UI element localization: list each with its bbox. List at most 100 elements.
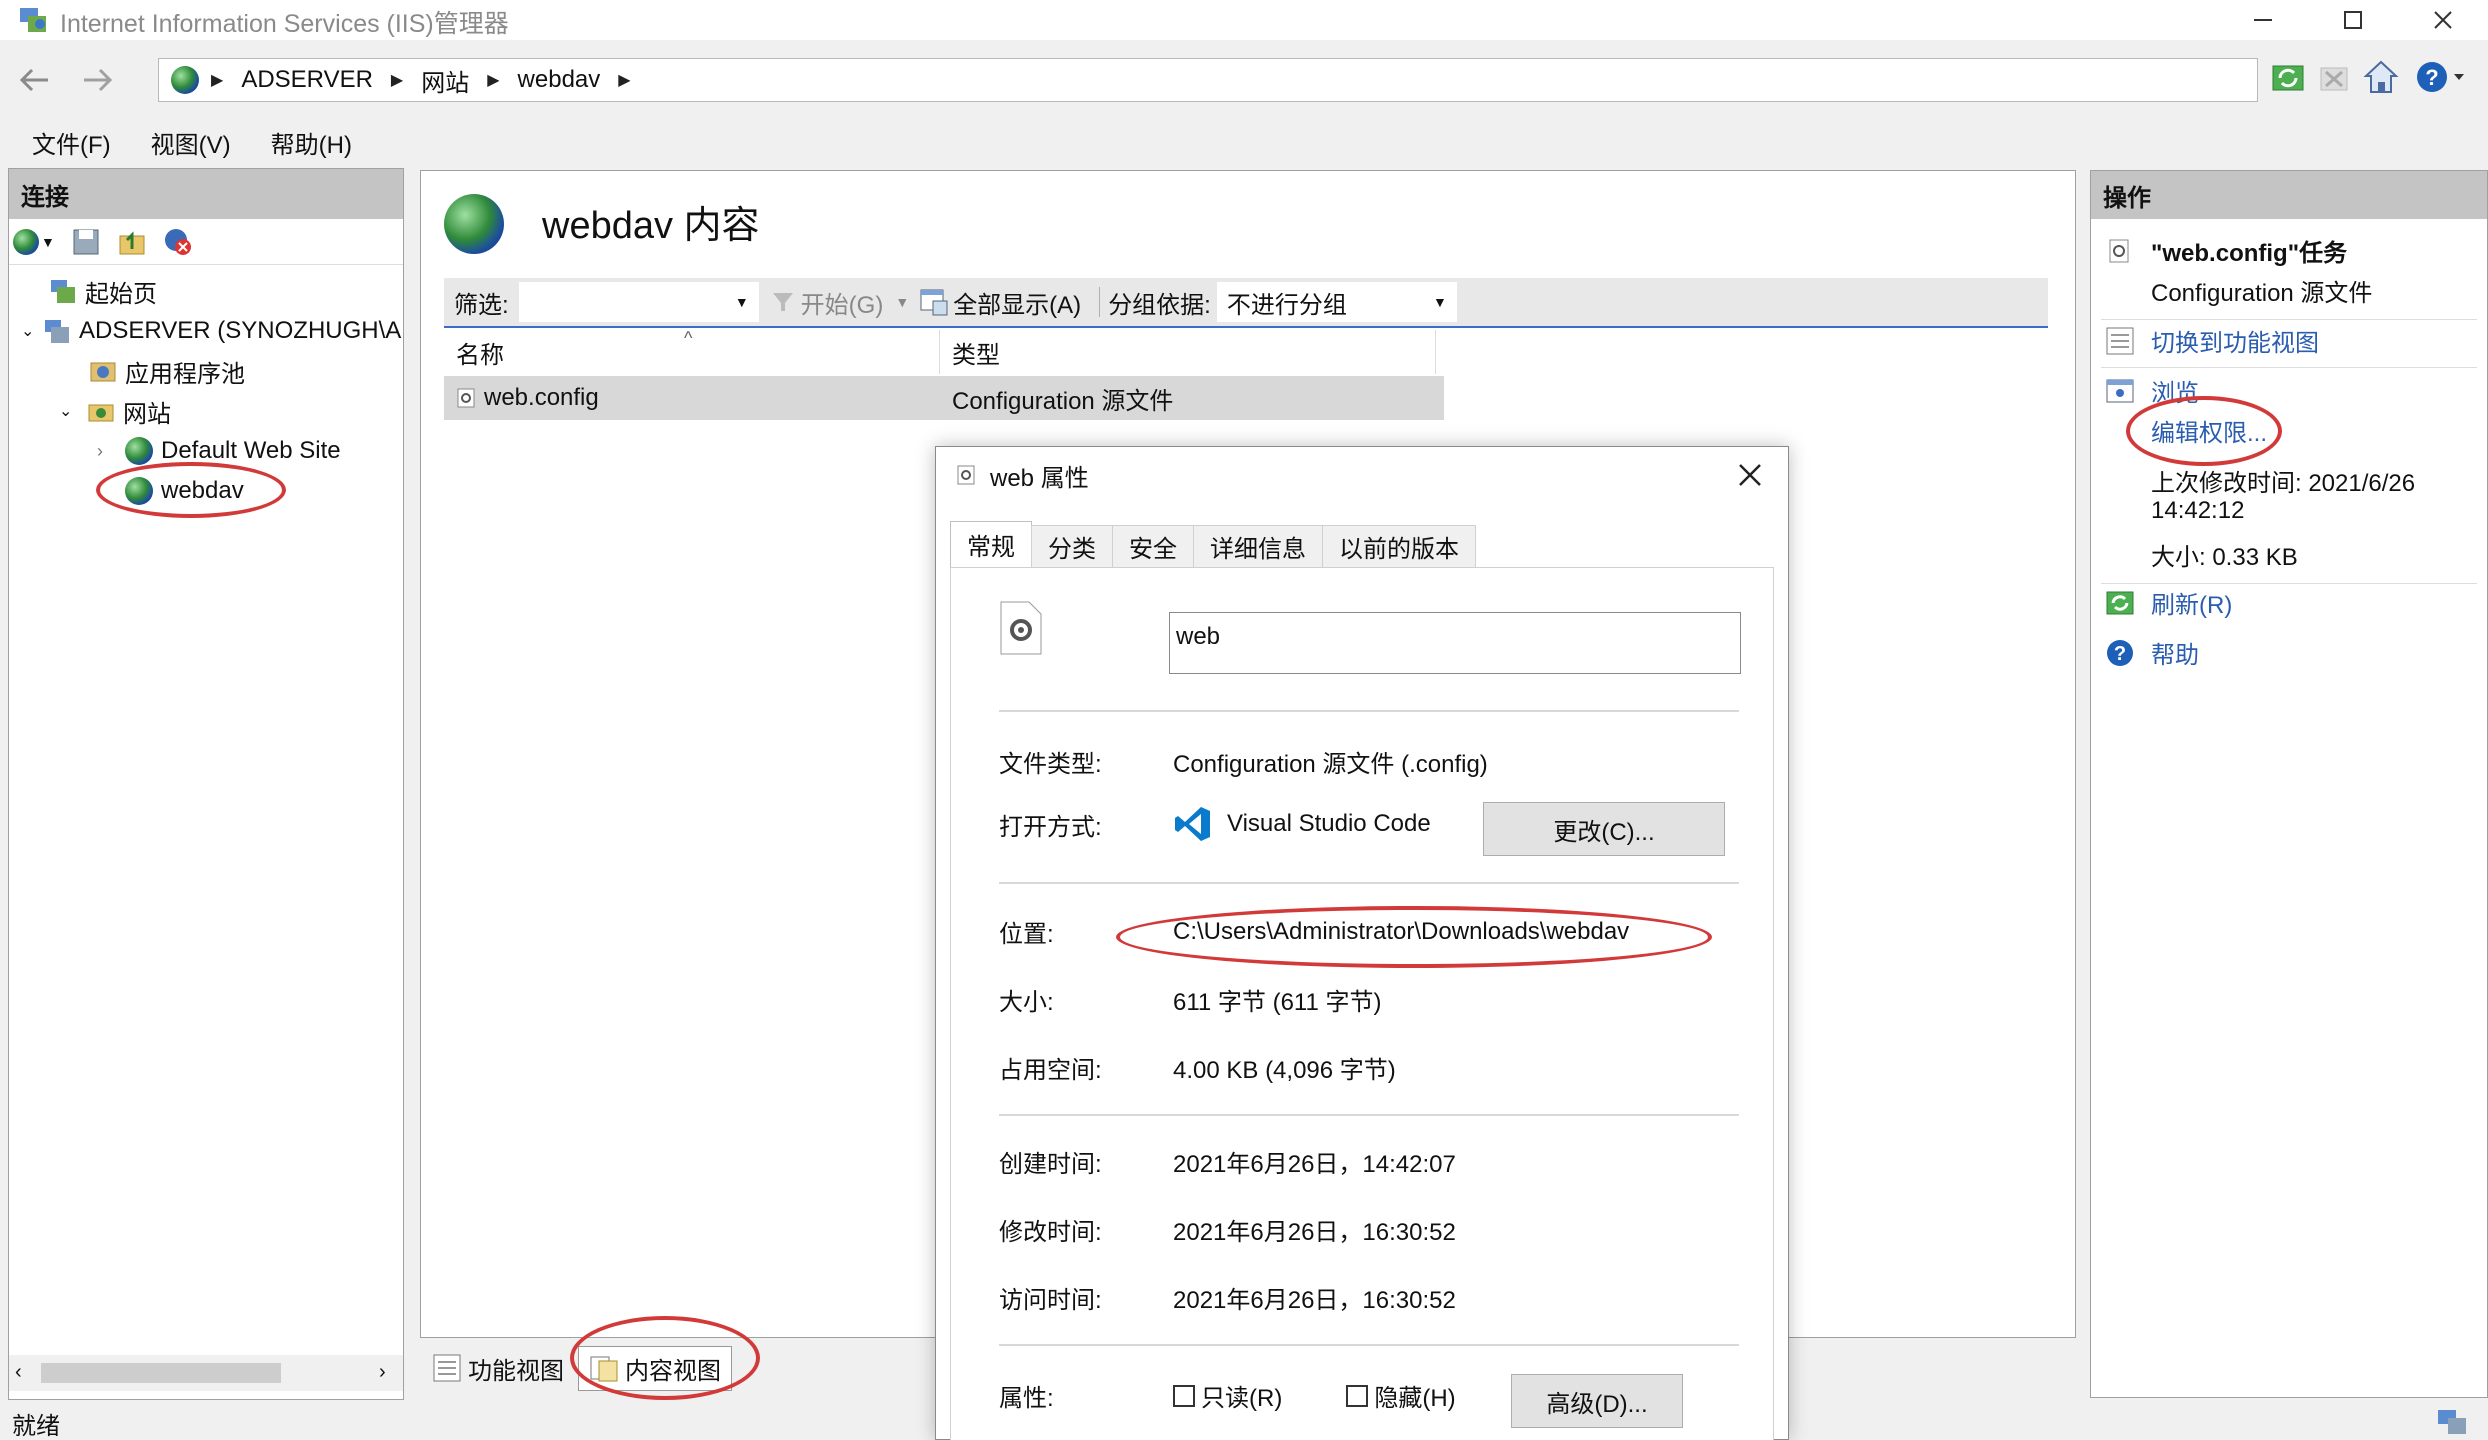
divider [999,1114,1739,1116]
breadcrumb-adserver[interactable]: ADSERVER [241,66,373,94]
tree-item-start-page[interactable]: 起始页 [49,273,157,309]
status-text: 就绪 [12,1412,60,1440]
dropdown-arrow-icon[interactable]: ▼ [1433,294,1447,310]
group-by-select[interactable]: 不进行分组 ▼ [1216,282,1457,322]
modified-value: 2021年6月26日，16:30:52 [1173,1219,1456,1246]
window-title: Internet Information Services (IIS)管理器 [60,10,509,38]
home-icon[interactable] [2362,58,2400,96]
dropdown-arrow-icon[interactable]: ▼ [735,294,749,310]
tab-general[interactable]: 常规 [950,521,1032,567]
table-row[interactable]: web.config Configuration 源文件 [444,376,1444,420]
browse-icon [2105,376,2135,406]
show-all-button[interactable]: 全部显示(A) [919,285,1081,320]
breadcrumb-sites[interactable]: 网站 [421,63,469,98]
sites-folder-icon [87,397,115,425]
maximize-button[interactable] [2308,0,2398,40]
divider [999,882,1739,884]
last-modified-time: 14:42:12 [2151,497,2245,524]
attributes-row: 属性: 只读(R) 隐藏(H) [999,1378,1520,1413]
size-row: 大小: 611 字节 (611 字节) [999,982,1382,1017]
tab-previous-versions[interactable]: 以前的版本 [1322,525,1476,567]
accessed-row: 访问时间: 2021年6月26日，16:30:52 [999,1280,1456,1315]
actions-header: 操作 [2091,171,2487,219]
filter-input[interactable]: ▼ [518,282,759,322]
horizontal-scrollbar[interactable]: ‹ › [9,1355,403,1391]
forward-button[interactable] [76,60,120,100]
refresh-icon [2105,588,2135,618]
accessed-value: 2021年6月26日，16:30:52 [1173,1287,1456,1314]
readonly-checkbox[interactable]: 只读(R) [1173,1378,1282,1413]
column-type[interactable]: 类型 [940,330,1436,374]
title-bar: Internet Information Services (IIS)管理器 [0,0,2488,40]
connect-globe-icon[interactable]: ▼ [13,228,55,255]
refresh-icon[interactable] [2270,60,2306,96]
menu-bar: 文件(F) 视图(V) 帮助(H) [0,122,360,162]
hidden-checkbox[interactable]: 隐藏(H) [1346,1378,1456,1413]
scroll-left-icon[interactable]: ‹ [15,1361,22,1384]
connections-header: 连接 [9,169,403,219]
tab-classification[interactable]: 分类 [1031,525,1113,567]
tab-security[interactable]: 安全 [1112,525,1194,567]
help-dropdown-icon[interactable]: ? [2414,58,2474,96]
menu-help[interactable]: 帮助(H) [271,125,352,160]
chevron-right-icon[interactable]: › [97,441,125,462]
config-file-icon [2105,236,2135,266]
annotation-ring-webdav [96,462,286,518]
globe-icon [171,66,199,94]
breadcrumb-webdav[interactable]: webdav [518,66,601,94]
tab-features-view[interactable]: 功能视图 [432,1351,564,1386]
close-button[interactable] [2398,0,2488,40]
file-name-input[interactable]: web [1169,612,1741,674]
breadcrumb-arrow-icon: ▶ [618,72,631,89]
last-modified-label: 上次修改时间: 2021/6/26 [2151,470,2416,497]
vscode-icon [1173,804,1213,844]
scrollbar-thumb[interactable] [41,1363,281,1383]
stop-icon[interactable] [2316,60,2352,96]
address-bar[interactable]: ▶ ADSERVER ▶ 网站 ▶ webdav ▶ [158,58,2258,102]
column-name[interactable]: 名称 ^ [444,328,940,374]
features-view-icon [432,1353,462,1383]
filter-label: 筛选: [454,291,509,319]
svg-text:?: ? [2114,643,2126,665]
save-icon[interactable] [71,227,101,257]
tree-item-server[interactable]: ⌄ ADSERVER (SYNOZHUGH\A [21,313,401,349]
start-page-icon [49,277,77,305]
dialog-title: web 属性 [990,464,1089,492]
start-filter-button[interactable]: 开始(G) ▼ [771,285,909,320]
toolbar-separator [1099,287,1101,317]
minimize-button[interactable] [2218,0,2308,40]
app-pool-icon [89,357,117,385]
menu-file[interactable]: 文件(F) [32,125,111,160]
dropdown-arrow-icon[interactable]: ▼ [895,294,909,310]
open-with-value: Visual Studio Code [1227,810,1431,837]
tree-item-app-pools[interactable]: 应用程序池 [89,353,245,389]
page-title: webdav 内容 [542,205,760,247]
menu-view[interactable]: 视图(V) [151,125,231,160]
disconnect-icon[interactable] [163,227,193,257]
created-row: 创建时间: 2021年6月26日，14:42:07 [999,1144,1456,1179]
server-icon [43,317,71,345]
refresh-link[interactable]: 刷新(R) [2105,585,2232,620]
modified-row: 修改时间: 2021年6月26日，16:30:52 [999,1212,1456,1247]
chevron-down-icon[interactable]: ⌄ [21,321,43,341]
sort-ascending-icon: ^ [684,328,693,348]
chevron-down-icon[interactable]: ⌄ [59,401,87,421]
tree-item-sites[interactable]: ⌄ 网站 [59,393,171,429]
divider [2101,583,2477,584]
annotation-ring-edit-permissions [2126,396,2282,466]
back-button[interactable] [12,60,56,100]
funnel-icon [771,290,795,314]
up-folder-icon[interactable] [117,227,147,257]
divider [999,710,1739,712]
tab-details[interactable]: 详细信息 [1193,525,1323,567]
help-link[interactable]: ? 帮助 [2105,635,2199,670]
scroll-right-icon[interactable]: › [379,1361,386,1384]
dialog-close-icon[interactable] [1736,461,1764,489]
change-button[interactable]: 更改(C)... [1483,802,1725,856]
advanced-button[interactable]: 高级(D)... [1511,1374,1683,1428]
dialog-title-bar: web 属性 [936,447,1788,503]
iis-app-icon [18,4,50,36]
switch-features-view-link[interactable]: 切换到功能视图 [2105,323,2319,358]
created-value: 2021年6月26日，14:42:07 [1173,1151,1456,1178]
config-file-icon [956,464,976,486]
